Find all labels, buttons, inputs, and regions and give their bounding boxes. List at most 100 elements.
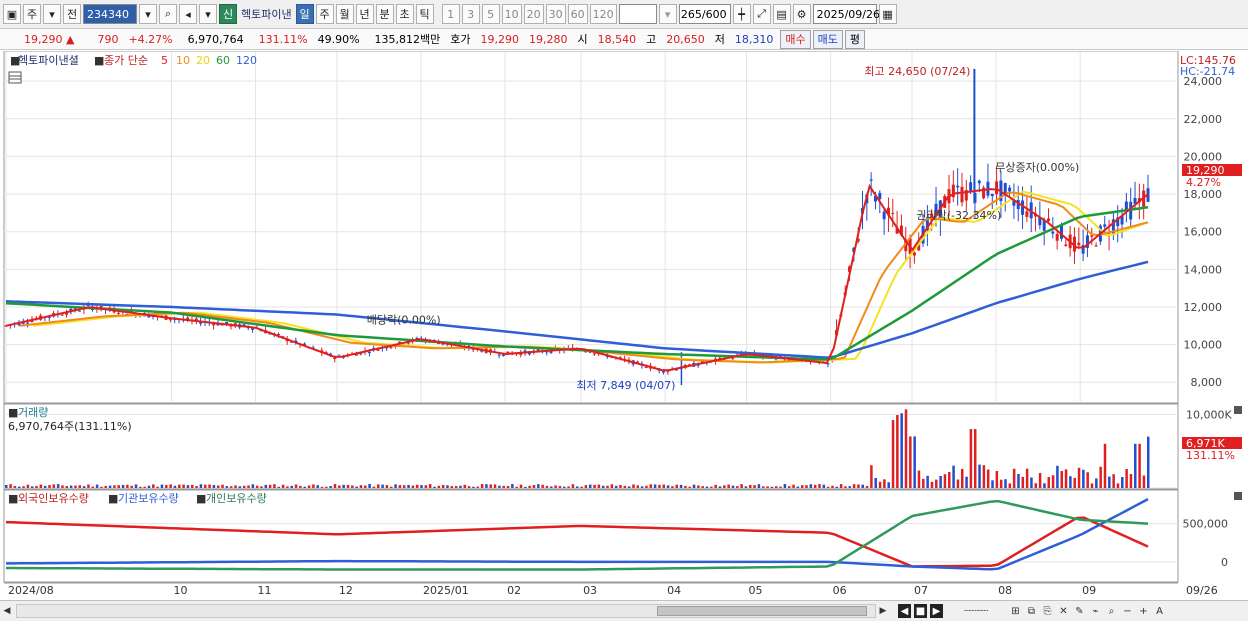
volume-value: 6,970,764주(131.11%) [8,420,132,433]
rewind-icon[interactable]: ◀ [898,604,911,618]
candle-style-icon[interactable]: ┿ [732,4,751,24]
volume-bar [1134,443,1137,488]
interval-10[interactable]: 10 [501,4,522,24]
zoom-icon[interactable]: ⌕ [1105,604,1118,618]
save-icon[interactable]: ▤ [772,4,791,24]
sell-button[interactable]: 매도 [812,29,843,49]
interval-20[interactable]: 20 [523,4,544,24]
volume-bar [377,484,380,488]
volume-bar [835,486,839,488]
speaker-icon[interactable]: ◂ [179,4,197,24]
volume-bar [355,486,358,488]
volume-bar [117,485,120,488]
stock-name: 헥토파이낸 [241,8,292,21]
candle-body [912,252,916,256]
buy-button[interactable]: 매수 [780,29,811,49]
avg-button[interactable]: 평 [844,29,866,49]
prev-button[interactable]: 전 [63,4,81,24]
chevron-down-icon[interactable]: ▾ [43,4,61,24]
interval-3[interactable]: 3 [461,4,480,24]
stock-tag: 신 [219,4,237,24]
price-tick-label: 12,000 [1184,301,1223,314]
chart-area[interactable]: 8,000 10,000 12,000 14,000 16,000 18,000 20,00… [0,51,1248,600]
candle-body [1090,235,1094,237]
period-tick[interactable]: 틱 [415,4,434,24]
volume-bar [792,484,795,488]
scroll-left-icon[interactable]: ◀ [0,603,14,619]
interval-60[interactable]: 60 [567,4,588,24]
period-week[interactable]: 주 [315,4,334,24]
volume-bar [922,478,925,488]
market-select[interactable]: 주 [23,4,41,24]
period-day[interactable]: 일 [295,4,314,24]
volume-bar [467,486,471,488]
volume-bar [394,484,397,488]
volume-bar [723,485,726,488]
period-label: 초 [399,8,410,21]
scroll-thumb[interactable] [657,606,867,616]
font-icon[interactable]: A [1153,604,1166,618]
window-icon[interactable]: ▣ [3,4,21,24]
volume-bar [152,484,155,488]
volume-bar [398,485,402,488]
volume-bar [666,485,670,488]
turnover: 49.90% [317,32,360,46]
interval-label: 30 [548,7,563,21]
candle-body [1124,201,1128,210]
gear-icon[interactable]: ⚙ [792,4,811,24]
scroll-track[interactable] [16,604,876,618]
period-minute[interactable]: 분 [375,4,394,24]
table-toggle-icon[interactable] [8,71,22,84]
period-year[interactable]: 년 [355,4,374,24]
split-icon[interactable]: ⧉ [1025,604,1038,618]
cross-icon[interactable]: ✕ [1057,604,1070,618]
speaker-dropdown-icon[interactable]: ▾ [199,4,217,24]
ma120-label: 120 [236,54,257,67]
bar-count-input[interactable]: 265/600 [678,4,731,24]
code-dropdown-icon[interactable]: ▾ [139,4,157,24]
stock-chart[interactable]: 8,000 10,000 12,000 14,000 16,000 18,000 20,00… [0,51,1248,600]
interval-5[interactable]: 5 [481,4,500,24]
candle-body [116,312,120,314]
volume-bar [965,476,968,488]
volume-close-icon[interactable] [1234,406,1242,414]
period-month[interactable]: 월 [335,4,354,24]
interval-input[interactable] [618,4,657,24]
stop-icon[interactable]: ■ [914,604,927,618]
volume-bar [844,486,847,488]
layout-icon[interactable]: ⊞ [1009,604,1022,618]
volume-bar [78,485,82,488]
stock-code-input[interactable]: 234340 [83,4,137,24]
scrollbar[interactable]: ◀ ▶ ◀ ■ ▶ ┈┈┈┈ ⊞ ⧉ ⎘ ✕ ✎ ⌁ ⌕ − + A [0,600,1248,621]
volume-bar [749,484,752,488]
interval-1[interactable]: 1 [441,4,460,24]
period-second[interactable]: 초 [395,4,414,24]
period-label: 일 [299,8,310,21]
period-label: 틱 [419,8,430,21]
search-icon[interactable]: ⌕ [159,4,177,24]
volume-bar [247,485,250,488]
volume-bar [805,485,808,488]
scroll-right-icon[interactable]: ▶ [876,603,890,619]
volume-bar [147,485,151,488]
volume-bar [186,485,190,488]
copy-icon[interactable]: ⎘ [1041,604,1054,618]
date-input[interactable]: 2025/09/26 [812,4,880,24]
volume-bar [30,486,34,488]
magnet-icon[interactable]: ⌁ [1089,604,1102,618]
volume-bar [995,471,999,488]
volume-bar [1051,475,1055,488]
interval-dropdown-icon[interactable]: ▾ [658,4,677,24]
zoom-slider-icon[interactable]: ┈┈┈┈ [946,604,1006,618]
candle-body [1103,224,1107,227]
minus-icon[interactable]: − [1121,604,1134,618]
draw-icon[interactable]: ✎ [1073,604,1086,618]
interval-30[interactable]: 30 [545,4,566,24]
forward-icon[interactable]: ▶ [930,604,943,618]
plus-icon[interactable]: + [1137,604,1150,618]
interval-120[interactable]: 120 [589,4,617,24]
chart-tools-icon[interactable]: ⤢ [752,4,771,24]
volume-bar [1147,436,1150,488]
holder-close-icon[interactable] [1234,492,1242,500]
calendar-icon[interactable]: ▦ [878,4,897,24]
